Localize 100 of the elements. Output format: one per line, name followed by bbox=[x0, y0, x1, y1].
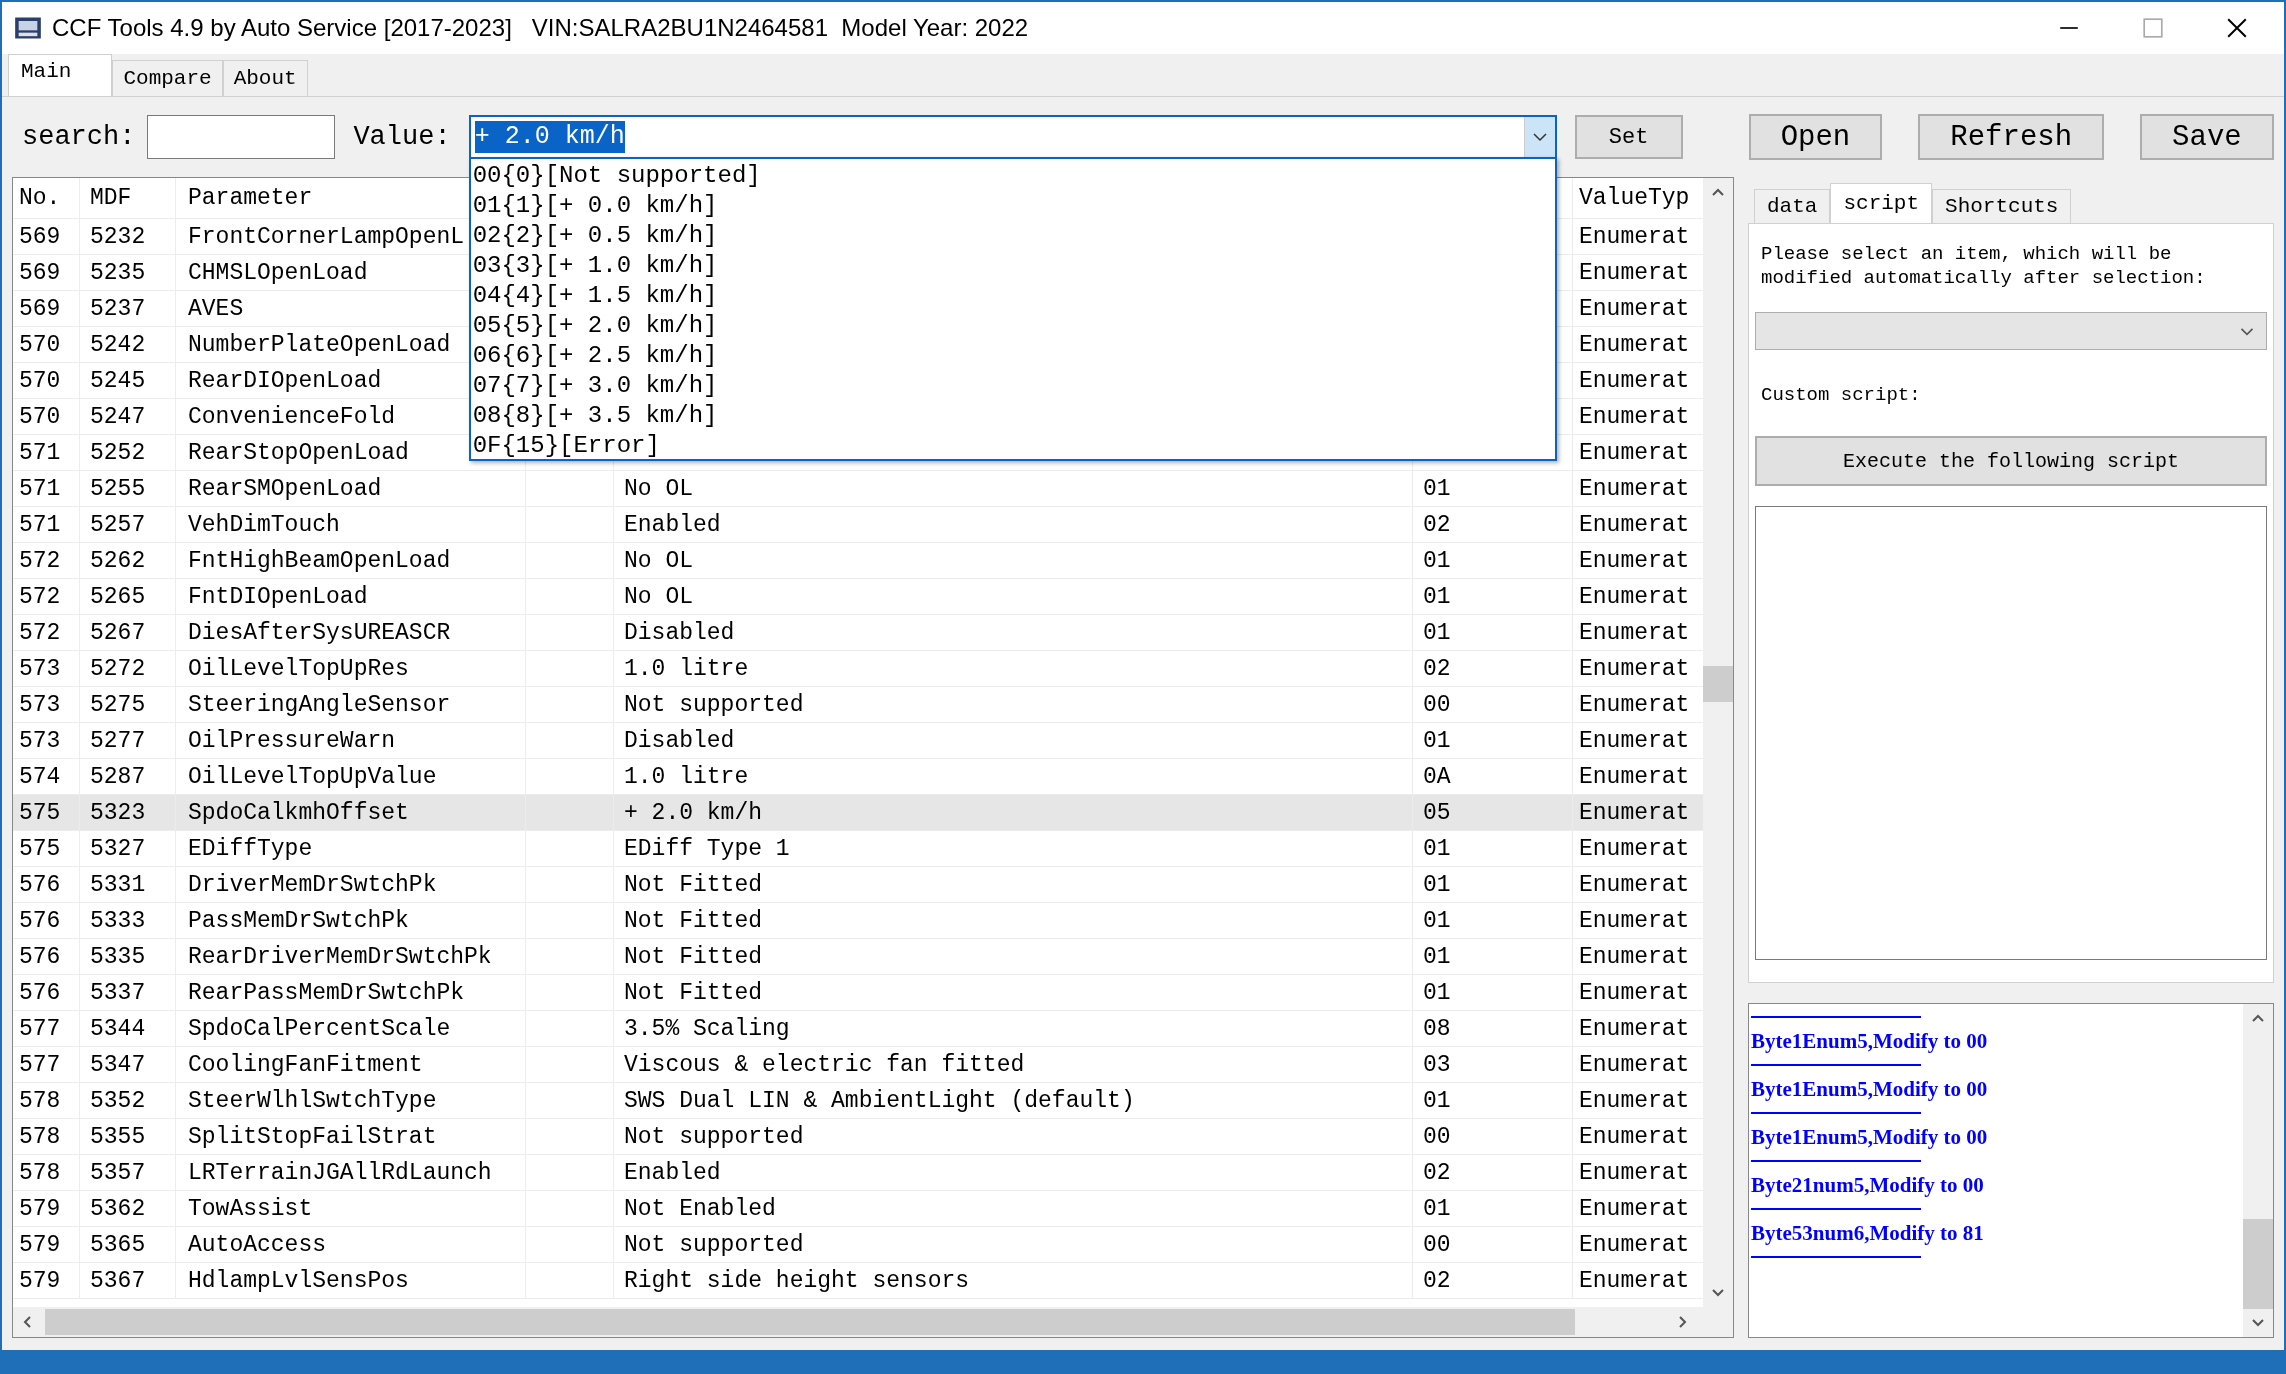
table-cell[interactable]: 578 bbox=[19, 1119, 79, 1154]
table-cell[interactable]: 576 bbox=[19, 975, 79, 1010]
table-cell[interactable]: 576 bbox=[19, 867, 79, 902]
table-cell-text: 5247 bbox=[90, 402, 146, 432]
table-cell-text: Enumerat bbox=[1579, 258, 1690, 288]
table-cell[interactable]: 570 bbox=[19, 363, 79, 398]
column-header[interactable]: MDF bbox=[90, 181, 132, 215]
tab[interactable]: data bbox=[1754, 189, 1831, 223]
table-cell-text: 5237 bbox=[90, 294, 146, 324]
tab[interactable]: Compare bbox=[112, 60, 223, 96]
table-cell-text: SpdoCalPercentScale bbox=[188, 1014, 451, 1044]
table-cell[interactable]: 575 bbox=[19, 831, 79, 866]
tab[interactable]: script bbox=[1830, 183, 1933, 223]
table-cell[interactable]: 572 bbox=[19, 615, 79, 650]
table-cell-text: 0A bbox=[1423, 762, 1451, 792]
dropdown-option[interactable]: 02{2}[+ 0.5 km/h] bbox=[472, 221, 718, 251]
table-cell-text: EDiff Type 1 bbox=[624, 834, 790, 864]
table-cell[interactable]: 573 bbox=[19, 723, 79, 758]
tab[interactable]: Main bbox=[8, 54, 113, 96]
dropdown-option[interactable]: 00{0}[Not supported] bbox=[472, 161, 761, 191]
tab[interactable]: Shortcuts bbox=[1932, 189, 2072, 223]
table-cell[interactable]: 569 bbox=[19, 255, 79, 290]
value-dropdown[interactable]: + 2.0 km/h bbox=[468, 115, 1557, 159]
tab[interactable]: About bbox=[222, 60, 308, 96]
dropdown-option[interactable]: 06{6}[+ 2.5 km/h] bbox=[472, 341, 718, 371]
table-cell-text: + 2.0 km/h bbox=[624, 798, 763, 828]
column-header[interactable]: No. bbox=[19, 181, 61, 215]
table-cell-text: Enumerat bbox=[1579, 834, 1690, 864]
dropdown-option[interactable]: 05{5}[+ 2.0 km/h] bbox=[472, 311, 718, 341]
table-cell[interactable]: 572 bbox=[19, 543, 79, 578]
table-cell-text: 01 bbox=[1423, 546, 1451, 576]
dropdown-option[interactable]: 07{7}[+ 3.0 km/h] bbox=[472, 371, 718, 401]
table-cell[interactable]: 572 bbox=[19, 579, 79, 614]
table-cell-text: RearDIOpenLoad bbox=[188, 366, 382, 396]
toolbar-button[interactable]: Save bbox=[2140, 114, 2274, 160]
table-cell[interactable]: 571 bbox=[19, 435, 79, 470]
table-cell-text: HdlampLvlSensPos bbox=[188, 1266, 409, 1296]
table-cell-text: 03 bbox=[1423, 1050, 1451, 1080]
table-cell[interactable]: 569 bbox=[19, 219, 79, 254]
table-cell-text: 5333 bbox=[90, 906, 146, 936]
table-cell-text: TowAssist bbox=[188, 1194, 313, 1224]
table-cell-text: FrontCornerLampOpenL bbox=[188, 222, 465, 252]
table-cell-text: Enumerat bbox=[1579, 510, 1690, 540]
log-entry: Byte1Enum5,Modify to 00 bbox=[1751, 1076, 1989, 1103]
dropdown-option[interactable]: 08{8}[+ 3.5 km/h] bbox=[472, 401, 718, 431]
table-cell[interactable]: 577 bbox=[19, 1011, 79, 1046]
table-cell[interactable]: 577 bbox=[19, 1047, 79, 1082]
table-cell[interactable]: 576 bbox=[19, 903, 79, 938]
table-cell[interactable]: 570 bbox=[19, 399, 79, 434]
table-cell[interactable]: 571 bbox=[19, 471, 79, 506]
table-cell-text: 01 bbox=[1423, 906, 1451, 936]
table-cell[interactable]: 570 bbox=[19, 327, 79, 362]
table-cell-text: OilPressureWarn bbox=[188, 726, 396, 756]
table-cell[interactable]: 573 bbox=[19, 687, 79, 722]
set-button[interactable]: Set bbox=[1574, 115, 1683, 159]
table-cell[interactable]: 576 bbox=[19, 939, 79, 974]
table-cell[interactable]: 573 bbox=[19, 651, 79, 686]
table-cell[interactable]: 569 bbox=[19, 291, 79, 326]
table-cell[interactable]: 571 bbox=[19, 507, 79, 542]
table-cell-text: 5287 bbox=[90, 762, 146, 792]
table-cell-text: 5242 bbox=[90, 330, 146, 360]
table-cell[interactable]: 579 bbox=[19, 1227, 79, 1262]
table-cell-text: Enumerat bbox=[1579, 330, 1690, 360]
table-cell-text: 5277 bbox=[90, 726, 146, 756]
table-cell[interactable]: 578 bbox=[19, 1083, 79, 1118]
table-cell-text: 05 bbox=[1423, 798, 1451, 828]
toolbar-button[interactable]: Open bbox=[1748, 114, 1883, 160]
table-cell-text: Enumerat bbox=[1579, 1014, 1690, 1044]
table-cell[interactable]: 579 bbox=[19, 1191, 79, 1226]
table-cell-text: RearDriverMemDrSwtchPk bbox=[188, 942, 492, 972]
dropdown-option[interactable]: 03{3}[+ 1.0 km/h] bbox=[472, 251, 718, 281]
dropdown-option[interactable]: 0F{15}[Error] bbox=[472, 431, 660, 461]
dropdown-option[interactable]: 04{4}[+ 1.5 km/h] bbox=[472, 281, 718, 311]
column-header[interactable]: Parameter bbox=[188, 181, 313, 215]
toolbar-button[interactable]: Refresh bbox=[1918, 114, 2105, 160]
table-cell[interactable]: 578 bbox=[19, 1155, 79, 1190]
table-cell-text: No OL bbox=[624, 582, 693, 612]
column-header[interactable]: ValueTyp bbox=[1579, 181, 1690, 215]
table-cell-text: 5347 bbox=[90, 1050, 146, 1080]
table-cell-text: Enumerat bbox=[1579, 870, 1690, 900]
dropdown-option[interactable]: 01{1}[+ 0.0 km/h] bbox=[472, 191, 718, 221]
table-cell-text: 02 bbox=[1423, 510, 1451, 540]
table-cell-text: Enabled bbox=[624, 1158, 721, 1188]
execute-button[interactable]: Execute the following script bbox=[1755, 436, 2267, 486]
table-cell-text: Enumerat bbox=[1579, 1086, 1690, 1116]
table-cell-text: Right side height sensors bbox=[624, 1266, 970, 1296]
table-cell[interactable]: 579 bbox=[19, 1263, 79, 1298]
table-cell-text: DiesAfterSysUREASCR bbox=[188, 618, 451, 648]
table-cell-text: Enumerat bbox=[1579, 978, 1690, 1008]
table-cell-text: 5272 bbox=[90, 654, 146, 684]
table-cell-text: 5331 bbox=[90, 870, 146, 900]
table-cell-text: Enumerat bbox=[1579, 546, 1690, 576]
value-label: Value: bbox=[353, 122, 451, 152]
table-cell-text: 5323 bbox=[90, 798, 146, 828]
table-cell-text: 5235 bbox=[90, 258, 146, 288]
table-cell-text: Not Fitted bbox=[624, 870, 763, 900]
table-cell-text: 01 bbox=[1423, 1086, 1451, 1116]
table-cell-text: SWS Dual LIN & AmbientLight (default) bbox=[624, 1086, 1135, 1116]
table-cell-text: Not Fitted bbox=[624, 906, 763, 936]
table-cell[interactable]: 574 bbox=[19, 759, 79, 794]
